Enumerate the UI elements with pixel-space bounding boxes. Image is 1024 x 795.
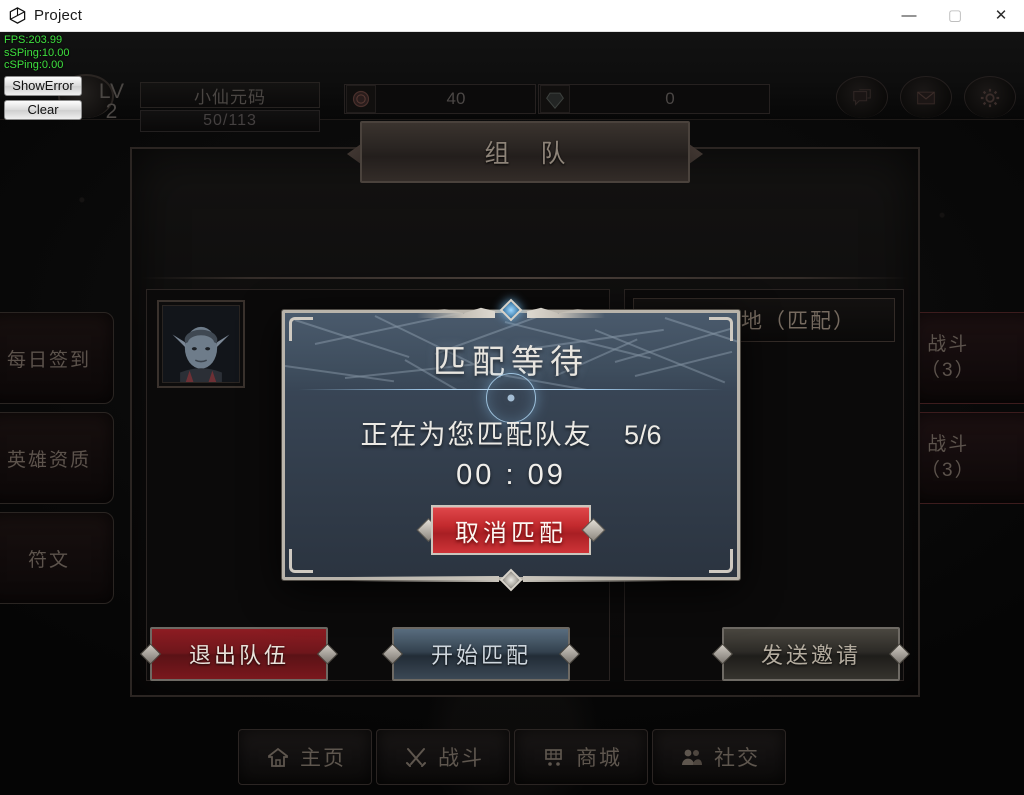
corner-ornament-bottom-right [709,549,733,573]
matching-timer: 00 : 09 [456,459,566,491]
matching-status-row: 正在为您匹配队友 5/6 [285,413,737,452]
game-viewport: LV 2 小仙元码 50/113 40 0 FPS:203.99 sSPing:… [0,32,1024,795]
cancel-matching-wrap: 取消匹配 [431,505,591,555]
corner-ornament-bottom-left [289,549,313,573]
window-title: Project [34,7,83,24]
blue-gem-ornament-icon [499,298,523,322]
window-close-button[interactable]: ✕ [978,0,1024,32]
unity-logo-icon [0,6,34,25]
cancel-matching-button[interactable]: 取消匹配 [431,505,591,555]
top-ornament-wing-right [527,306,605,318]
window-maximize-button[interactable]: ▢ [932,0,978,32]
matching-modal-overlay: 匹配等待 正在为您匹配队友 5/6 00 : 09 取消匹配 [0,32,1024,795]
bottom-ornament-wing-left [349,576,499,582]
silver-gem-ornament-icon [499,568,523,592]
top-ornament-wing-left [417,307,495,318]
window-minimize-button[interactable]: — [886,0,932,32]
matching-wait-dialog: 匹配等待 正在为您匹配队友 5/6 00 : 09 取消匹配 [282,298,740,592]
application-window: Project — ▢ ✕ LV 2 小仙元码 50/113 40 0 FPS:… [0,0,1024,795]
bottom-ornament-wing-right [523,576,673,582]
matching-count: 5/6 [623,420,662,450]
matching-status-text: 正在为您匹配队友 [360,420,593,450]
window-titlebar: Project — ▢ ✕ [0,0,1024,32]
